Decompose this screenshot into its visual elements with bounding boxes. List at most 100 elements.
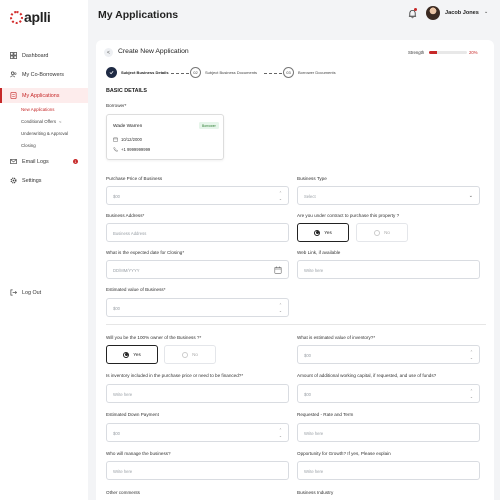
chevron-left-icon: < [107,49,110,56]
inventory-value-label: What is estimated value of inventory?* [297,335,376,340]
web-link-input[interactable]: Write here [297,260,480,279]
sidebar-item-co-borrowers[interactable]: My Co-Borrowers [0,65,88,84]
sidebar-sub-list: New Applications Conditional Offers < Und… [0,104,88,152]
owner-100-yes-radio[interactable]: Yes [106,345,158,364]
chevron-down-icon[interactable]: ⌄ [484,9,488,15]
chevron-left-icon: < [59,119,62,124]
sidebar-item-email-logs[interactable]: Email Logs 1 [0,152,88,171]
notification-dot [414,8,417,11]
closing-date-label: What is the expected date for Closing* [106,250,185,255]
stepper: Subject Business Details 02 Subject Busi… [106,67,486,79]
step-1-check[interactable] [106,67,117,78]
under-contract-label: Are you under contract to purchase this … [297,213,400,218]
inventory-value-input[interactable]: $00 ⌃ ⌄ [297,345,480,364]
document-icon [10,92,17,99]
borrower-dob: 10/12/2000 [113,137,142,142]
section-heading: BASIC DETAILS [106,88,147,94]
sidebar-item-label: Dashboard [22,52,49,59]
stepper-arrows-icon[interactable]: ⌃ ⌄ [279,302,282,314]
sidebar-item-settings[interactable]: Settings [0,171,88,190]
stepper-arrows-icon[interactable]: ⌃ ⌄ [470,388,473,400]
rate-term-input[interactable]: Write here [297,423,480,442]
estimated-value-input[interactable]: $00 ⌃ ⌄ [106,298,289,317]
down-payment-label: Estimated Down Payment [106,412,159,417]
logout-label: Log Out [22,289,42,296]
strength-bar-fill [429,51,437,54]
page-title: My Applications [98,9,179,21]
down-payment-input[interactable]: $00 ⌃ ⌄ [106,423,289,442]
logo-icon [10,10,23,24]
step-2-number[interactable]: 02 [190,67,201,78]
sidebar-item-label: Settings [22,177,42,184]
working-capital-input[interactable]: $00 ⌃ ⌄ [297,384,480,403]
form-title: Create New Application [118,48,189,55]
sidebar-nav: Dashboard My Co-Borrowers My Application… [0,46,88,190]
rate-term-label: Requested - Rate and Term [297,412,354,417]
section-divider [106,324,486,325]
back-button[interactable]: < [104,48,113,57]
sidebar-item-dashboard[interactable]: Dashboard [0,46,88,65]
step-1-label: Subject Business Details [121,70,169,75]
business-type-label: Business Type [297,176,327,181]
inventory-included-input[interactable]: Write here [106,384,289,403]
brand-logo[interactable]: aplli [10,9,51,25]
borrower-name: Wade Warren [113,124,143,129]
manage-business-input[interactable]: Write here [106,461,289,480]
borrower-card[interactable]: Wade Warren Borrower 10/12/2000 +1 99999… [106,114,224,160]
calendar-icon [113,137,118,142]
avatar[interactable] [426,6,440,20]
user-name[interactable]: Jacob Jones [445,10,479,16]
calendar-icon[interactable] [274,266,282,274]
sidebar-sub-item-new-applications[interactable]: New Applications [21,104,88,116]
purchase-price-label: Purchase Price of Business [106,176,163,181]
estimated-value-label: Estimated value of Business* [106,287,166,292]
step-3-label: Borrower Documents [298,70,336,75]
sidebar: aplli Dashboard My Co-Borrowers My Appli… [0,0,88,500]
sidebar-sub-item-underwriting[interactable]: Underwriting & Approval [21,128,88,140]
mail-icon [10,158,17,165]
web-link-label: Web Link, if available [297,250,341,255]
sidebar-item-label: My Applications [22,92,60,99]
closing-date-input[interactable]: DD/MM/YYYY [106,260,289,279]
business-address-label: Business Address* [106,213,145,218]
notification-badge: 1 [73,159,78,164]
top-header: My Applications Jacob Jones ⌄ [88,0,500,30]
business-address-input[interactable]: Business Address [106,223,289,242]
step-connector [171,73,189,74]
strength-value: 20% [469,50,478,55]
borrower-phone: +1 9999999999 [113,147,150,152]
under-contract-no-radio[interactable]: No [356,223,408,242]
inventory-included-label: Is inventory included in the purchase pr… [106,373,244,378]
step-connector [264,73,282,74]
stepper-arrows-icon[interactable]: ⌃ ⌄ [470,349,473,361]
stepper-arrows-icon[interactable]: ⌃ ⌄ [279,427,282,439]
owner-100-no-radio[interactable]: No [164,345,216,364]
chevron-down-icon: ⌄ [468,193,473,199]
sidebar-sub-item-conditional-offers[interactable]: Conditional Offers < [21,116,88,128]
working-capital-label: Amount of additional working capital, if… [297,373,437,378]
logout-button[interactable]: Log Out [10,289,41,296]
step-3-number[interactable]: 03 [283,67,294,78]
users-icon [10,71,17,78]
radio-unchecked-icon [182,351,189,358]
grid-icon [10,52,17,59]
radio-unchecked-icon [374,229,381,236]
sidebar-sub-item-closing[interactable]: Closing [21,140,88,152]
application-form-card: < Create New Application Strength 20% Su… [96,40,494,500]
phone-icon [113,147,118,152]
sidebar-item-my-applications[interactable]: My Applications [0,88,88,103]
strength-label: Strength [408,50,425,55]
borrower-label: Borrower* [106,103,127,108]
owner-100-label: Will you be the 100% owner of the Busine… [106,335,202,340]
radio-checked-icon [123,351,130,358]
check-icon [109,71,114,75]
under-contract-yes-radio[interactable]: Yes [297,223,349,242]
business-type-select[interactable]: Select ⌄ [297,186,480,205]
radio-checked-icon [314,229,321,236]
sidebar-item-label: My Co-Borrowers [22,71,64,78]
stepper-arrows-icon[interactable]: ⌃ ⌄ [279,190,282,202]
growth-input[interactable]: Write here [297,461,480,480]
purchase-price-input[interactable]: $00 ⌃ ⌄ [106,186,289,205]
step-2-label: Subject Business Documents [205,70,258,75]
business-industry-label: Business Industry [297,490,334,495]
